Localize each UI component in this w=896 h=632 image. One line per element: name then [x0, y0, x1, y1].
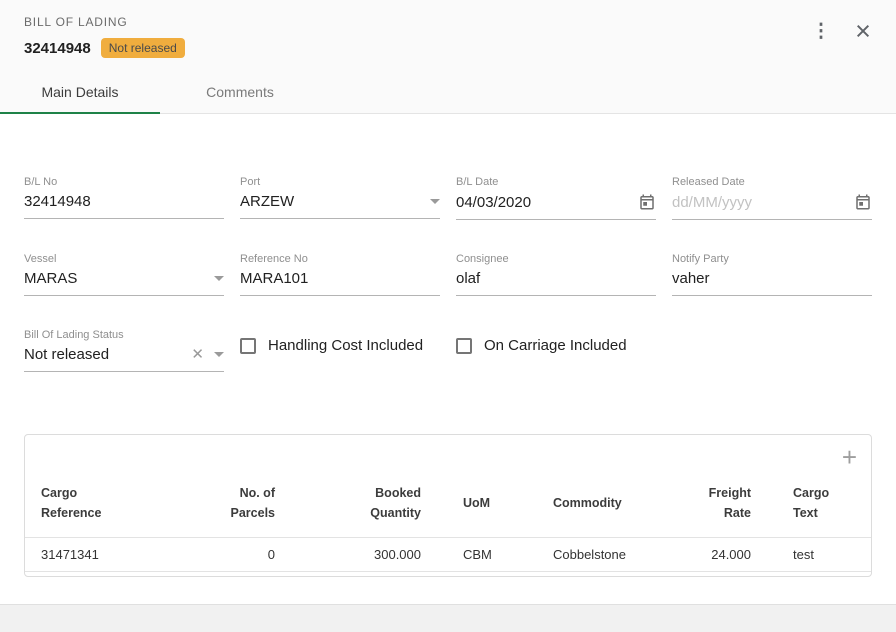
- checkbox-unchecked-icon: [456, 338, 472, 354]
- bl-no-label: B/L No: [24, 176, 224, 188]
- col-cargo-reference: Cargo Reference: [25, 479, 201, 538]
- calendar-icon[interactable]: [638, 193, 656, 211]
- add-cargo-line-icon[interactable]: +: [842, 444, 857, 470]
- bl-date-value: 04/03/2020: [456, 194, 531, 211]
- cargo-table-row[interactable]: 31471341 0 300.000 CBM Cobbelstone 24.00…: [25, 538, 871, 572]
- notify-party-value: vaher: [672, 270, 710, 287]
- cargo-card-toolbar: +: [25, 435, 871, 479]
- port-label: Port: [240, 176, 440, 188]
- col-commodity: Commodity: [511, 479, 651, 538]
- field-bl-status[interactable]: Bill Of Lading Status Not released ✕: [24, 329, 224, 372]
- field-consignee[interactable]: Consignee olaf: [456, 253, 656, 296]
- bill-of-lading-dialog: BILL OF LADING 32414948 Not released ⋮ ×…: [0, 0, 896, 605]
- bl-date-label: B/L Date: [456, 176, 656, 188]
- bl-status-label: Bill Of Lading Status: [24, 329, 224, 341]
- field-bl-date[interactable]: B/L Date 04/03/2020: [456, 176, 656, 220]
- chevron-down-icon[interactable]: [430, 199, 440, 204]
- header-actions: ⋮ ×: [806, 16, 878, 46]
- cell-freight-rate: 24.000: [651, 538, 751, 572]
- checkbox-unchecked-icon: [240, 338, 256, 354]
- cell-cargo-reference: 31471341: [25, 538, 201, 572]
- cargo-table-header-row: Cargo Reference No. of Parcels Booked Qu…: [25, 479, 871, 538]
- chevron-down-icon[interactable]: [214, 276, 224, 281]
- cell-booked-quantity: 300.000: [275, 538, 421, 572]
- bl-status-value: Not released: [24, 346, 109, 363]
- tab-main-details[interactable]: Main Details: [0, 70, 160, 113]
- cell-cargo-text: test: [751, 538, 871, 572]
- field-bl-no[interactable]: B/L No 32414948: [24, 176, 224, 220]
- field-notify-party[interactable]: Notify Party vaher: [672, 253, 872, 296]
- tab-bar: Main Details Comments: [0, 70, 896, 114]
- col-freight-rate: Freight Rate: [651, 479, 751, 538]
- calendar-icon[interactable]: [854, 193, 872, 211]
- col-cargo-text: Cargo Text: [751, 479, 871, 538]
- notify-party-label: Notify Party: [672, 253, 872, 265]
- handling-cost-checkbox[interactable]: Handling Cost Included: [240, 337, 440, 354]
- field-reference-no[interactable]: Reference No MARA101: [240, 253, 440, 296]
- dialog-title: BILL OF LADING: [24, 15, 872, 29]
- port-value: ARZEW: [240, 193, 294, 210]
- on-carriage-checkbox[interactable]: On Carriage Included: [456, 337, 656, 354]
- col-booked-quantity: Booked Quantity: [275, 479, 421, 538]
- main-details-form: B/L No 32414948 Port ARZEW B/L Date 04/0…: [24, 176, 872, 372]
- document-number: 32414948: [24, 40, 91, 57]
- reference-no-label: Reference No: [240, 253, 440, 265]
- close-icon[interactable]: ×: [848, 16, 878, 46]
- field-released-date[interactable]: Released Date dd/MM/yyyy: [672, 176, 872, 220]
- field-vessel[interactable]: Vessel MARAS: [24, 253, 224, 296]
- cell-commodity: Cobbelstone: [511, 538, 651, 572]
- chevron-down-icon[interactable]: [214, 352, 224, 357]
- tab-comments[interactable]: Comments: [160, 70, 320, 113]
- status-badge: Not released: [101, 38, 185, 58]
- consignee-label: Consignee: [456, 253, 656, 265]
- col-no-of-parcels: No. of Parcels: [201, 479, 275, 538]
- released-date-label: Released Date: [672, 176, 872, 188]
- reference-no-value: MARA101: [240, 270, 308, 287]
- clear-icon[interactable]: ✕: [191, 347, 204, 362]
- vessel-label: Vessel: [24, 253, 224, 265]
- field-port[interactable]: Port ARZEW: [240, 176, 440, 220]
- kebab-menu-icon[interactable]: ⋮: [806, 16, 836, 46]
- on-carriage-label: On Carriage Included: [484, 337, 627, 354]
- released-date-placeholder: dd/MM/yyyy: [672, 194, 752, 211]
- cell-uom: CBM: [421, 538, 511, 572]
- dialog-header: BILL OF LADING 32414948 Not released ⋮ ×: [0, 0, 896, 70]
- handling-cost-label: Handling Cost Included: [268, 337, 423, 354]
- bl-no-value: 32414948: [24, 193, 91, 210]
- cell-parcels: 0: [201, 538, 275, 572]
- cargo-lines-card: + Cargo Reference No. of Parcels: [24, 434, 872, 577]
- col-uom: UoM: [421, 479, 511, 538]
- main-details-content: B/L No 32414948 Port ARZEW B/L Date 04/0…: [0, 176, 896, 372]
- cargo-table: Cargo Reference No. of Parcels Booked Qu…: [25, 479, 871, 572]
- vessel-value: MARAS: [24, 270, 77, 287]
- consignee-value: olaf: [456, 270, 480, 287]
